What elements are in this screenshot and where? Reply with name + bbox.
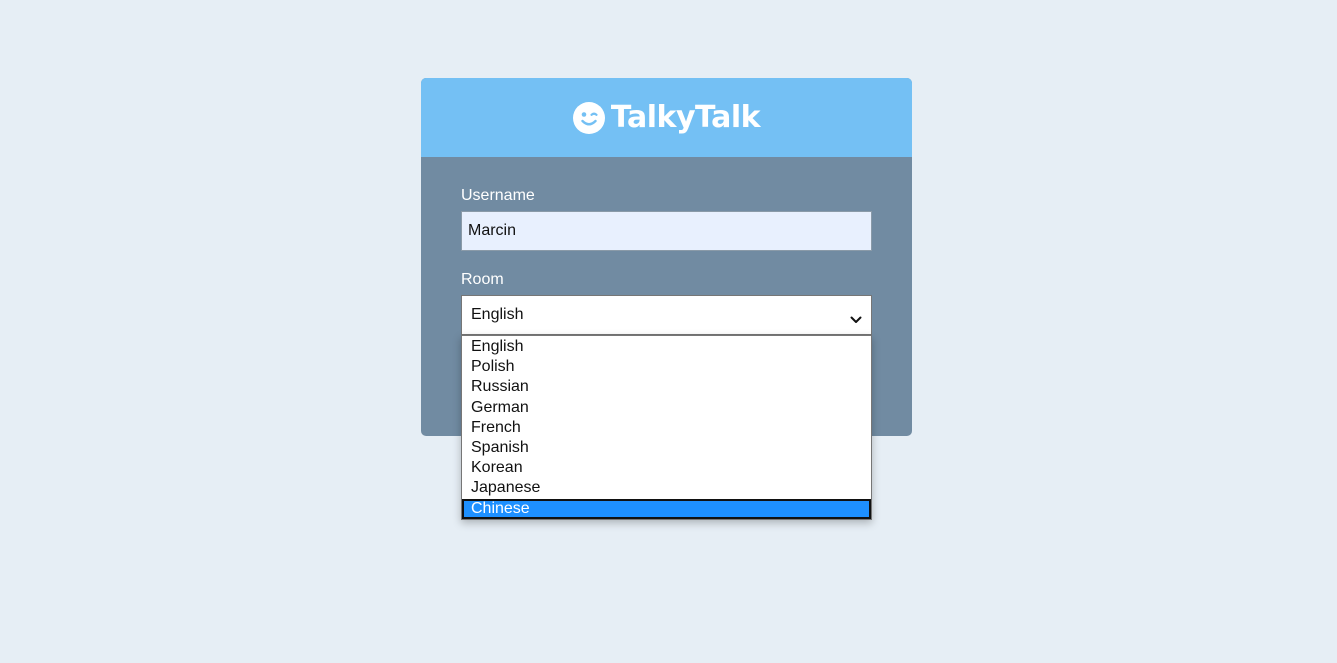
chevron-down-icon xyxy=(850,311,862,323)
dropdown-option-russian[interactable]: Russian xyxy=(462,377,871,397)
room-dropdown-list: English Polish Russian German French Spanish K… xyxy=(461,335,872,520)
dropdown-option-japanese[interactable]: Japanese xyxy=(462,478,871,498)
dropdown-option-french[interactable]: French xyxy=(462,418,871,438)
dropdown-option-german[interactable]: German xyxy=(462,398,871,418)
room-select[interactable]: English xyxy=(461,295,872,335)
smiley-wink-icon xyxy=(572,101,605,134)
card-header: TalkyTalk xyxy=(421,78,912,157)
username-input[interactable] xyxy=(461,211,872,251)
brand-name: TalkyTalk xyxy=(610,100,761,135)
room-label: Room xyxy=(461,271,504,288)
room-select-value: English xyxy=(471,306,524,323)
dropdown-option-polish[interactable]: Polish xyxy=(462,357,871,377)
dropdown-option-english[interactable]: English xyxy=(462,337,871,357)
dropdown-option-korean[interactable]: Korean xyxy=(462,458,871,478)
dropdown-option-chinese[interactable]: Chinese xyxy=(462,498,871,519)
dropdown-option-spanish[interactable]: Spanish xyxy=(462,438,871,458)
username-label: Username xyxy=(461,187,535,204)
